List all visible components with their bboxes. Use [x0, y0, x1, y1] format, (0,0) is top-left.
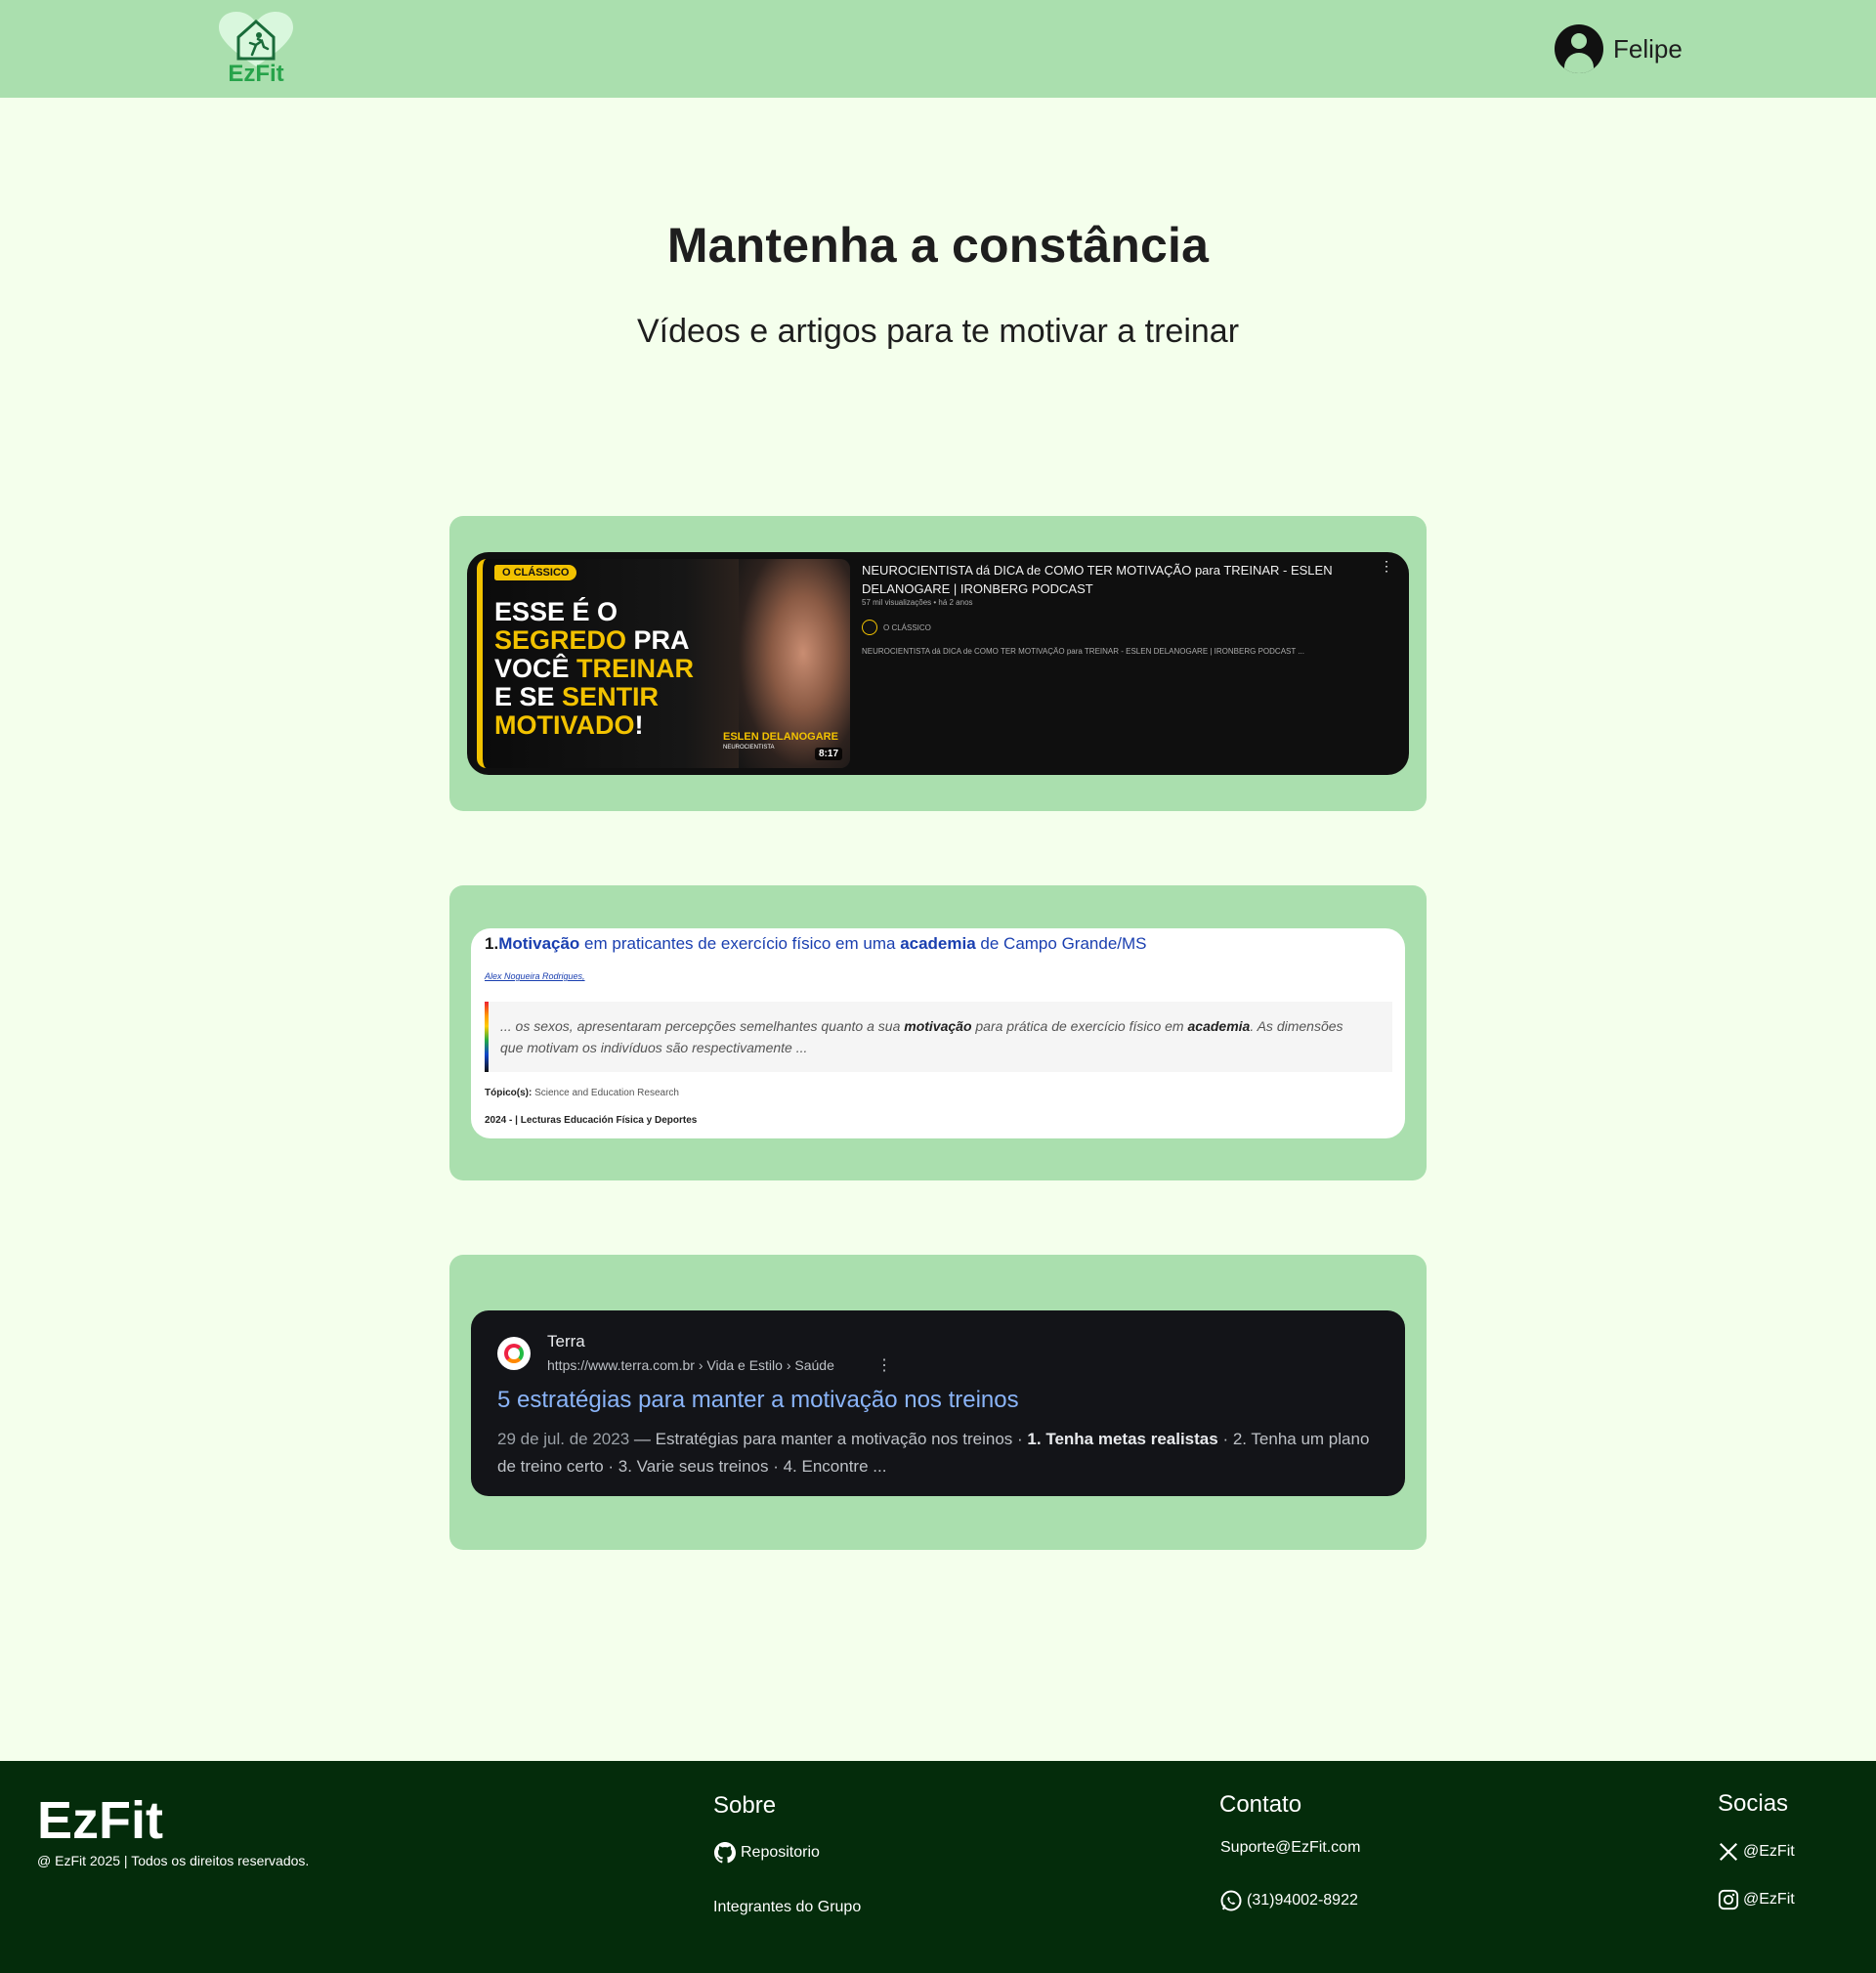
- thumbnail-person-name: ESLEN DELANOGARE: [723, 731, 838, 743]
- terra-favicon-icon: [497, 1337, 531, 1370]
- thumbnail-badge: O CLÁSSICO: [494, 565, 577, 580]
- user-name: Felipe: [1613, 33, 1683, 64]
- excerpt-text: ... os sexos, apresentaram percepções se…: [500, 1018, 1343, 1055]
- video-channel[interactable]: O CLÁSSICO: [862, 620, 931, 635]
- user-avatar-icon: [1555, 24, 1603, 73]
- x-twitter-icon: [1719, 1842, 1738, 1862]
- scholar-result[interactable]: 1.Motivação em praticantes de exercício …: [471, 928, 1405, 1138]
- search-card: Terra https://www.terra.com.br › Vida e …: [449, 1255, 1427, 1550]
- channel-avatar-icon: [862, 620, 877, 635]
- footer-copyright: @ EzFit 2025 | Todos os direitos reserva…: [37, 1853, 310, 1868]
- instagram-icon: [1718, 1889, 1739, 1910]
- footer-email[interactable]: Suporte@EzFit.com: [1220, 1839, 1360, 1857]
- footer-socias-heading: Socias: [1718, 1790, 1789, 1817]
- top-header: EzFit Felipe: [0, 0, 1876, 98]
- thumbnail-caption: ESSE É O SEGREDO PRA VOCÊ TREINAR E SE S…: [494, 597, 695, 740]
- article-excerpt: ... os sexos, apresentaram percepções se…: [485, 1002, 1392, 1072]
- logo-text: EzFit: [228, 61, 284, 87]
- video-thumbnail[interactable]: O CLÁSSICO ESSE É O SEGREDO PRA VOCÊ TRE…: [477, 559, 850, 768]
- footer-contato-heading: Contato: [1219, 1791, 1302, 1818]
- google-result[interactable]: Terra https://www.terra.com.br › Vida e …: [471, 1310, 1405, 1496]
- footer-sobre-heading: Sobre: [713, 1792, 777, 1819]
- video-card: O CLÁSSICO ESSE É O SEGREDO PRA VOCÊ TRE…: [449, 516, 1427, 811]
- footer-repo-link[interactable]: Repositorio: [713, 1841, 820, 1865]
- result-url[interactable]: https://www.terra.com.br › Vida e Estilo…: [547, 1357, 834, 1373]
- youtube-result[interactable]: O CLÁSSICO ESSE É O SEGREDO PRA VOCÊ TRE…: [467, 552, 1409, 775]
- ezfit-logo[interactable]: EzFit: [219, 12, 293, 87]
- result-title[interactable]: 5 estratégias para manter a motivação no…: [497, 1387, 1019, 1414]
- article-card: 1.Motivação em praticantes de exercício …: [449, 885, 1427, 1180]
- footer-members-link[interactable]: Integrantes do Grupo: [713, 1899, 861, 1916]
- excerpt-color-bar: [485, 1002, 489, 1072]
- footer-brand: EzFit: [37, 1791, 163, 1850]
- article-author[interactable]: Alex Nogueira Rodrigues,: [485, 971, 585, 981]
- github-icon: [714, 1842, 736, 1864]
- video-duration: 8:17: [814, 748, 842, 760]
- footer-instagram-link[interactable]: @EzFit: [1718, 1889, 1795, 1910]
- video-meta: 57 mil visualizações • há 2 anos: [862, 598, 973, 607]
- footer-phone[interactable]: (31)94002-8922: [1219, 1889, 1358, 1912]
- result-more-icon[interactable]: ⋮: [876, 1355, 892, 1375]
- user-menu[interactable]: Felipe: [1555, 24, 1683, 73]
- article-title[interactable]: 1.Motivação em praticantes de exercício …: [485, 934, 1147, 954]
- thumbnail-person-role: NEUROCIENTISTA: [723, 745, 775, 751]
- page-subtitle: Vídeos e artigos para te motivar a trein…: [636, 313, 1240, 350]
- whatsapp-icon: [1220, 1890, 1242, 1911]
- footer-x-link[interactable]: @EzFit: [1718, 1841, 1795, 1863]
- video-title[interactable]: NEUROCIENTISTA dá DICA de COMO TER MOTIV…: [862, 561, 1350, 598]
- article-source: 2024 - | Lecturas Educación Física y Dep…: [485, 1115, 698, 1126]
- more-options-icon[interactable]: ⋮: [1380, 558, 1393, 575]
- result-site-name[interactable]: Terra: [547, 1332, 585, 1351]
- site-footer: EzFit @ EzFit 2025 | Todos os direitos r…: [0, 1761, 1876, 1973]
- result-snippet: 29 de jul. de 2023 — Estratégias para ma…: [497, 1430, 1370, 1476]
- article-topic: Tópico(s): Science and Education Researc…: [485, 1088, 679, 1098]
- page-title: Mantenha a constância: [666, 218, 1210, 273]
- video-description: NEUROCIENTISTA dá DICA de COMO TER MOTIV…: [862, 647, 1304, 656]
